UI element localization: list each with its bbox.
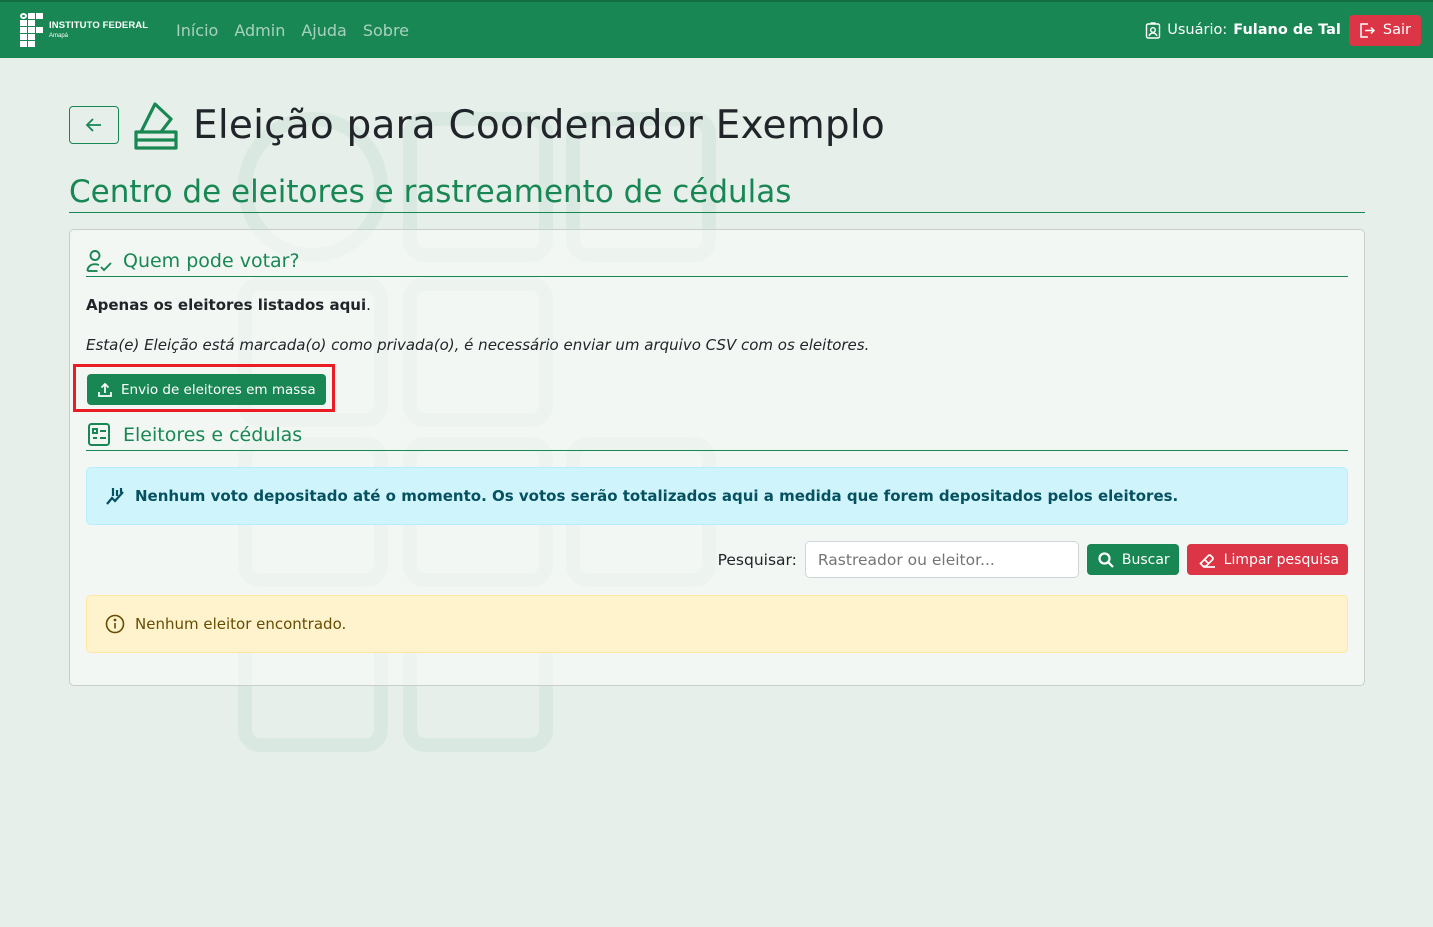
clear-search-label: Limpar pesquisa (1223, 551, 1339, 568)
nav-links: Início Admin Ajuda Sobre (176, 21, 409, 40)
eraser-icon (1198, 553, 1215, 568)
no-votes-alert: Nenhum voto depositado até o momento. Os… (86, 467, 1348, 525)
voters-section-heading: Quem pode votar? (86, 245, 1348, 277)
arrow-left-icon (85, 118, 101, 132)
upload-icon (98, 382, 112, 397)
bulk-upload-label: Envio de eleitores em massa (121, 381, 316, 398)
brand-subtitle: Amapá (49, 32, 69, 39)
list-check-icon (88, 423, 110, 446)
ballots-section-heading: Eleitores e cédulas (86, 419, 1348, 451)
page-subtitle: Centro de eleitores e rastreamento de cé… (69, 172, 1365, 213)
ballots-heading-text: Eleitores e cédulas (123, 423, 303, 446)
if-logo-icon (20, 13, 43, 47)
nav-admin[interactable]: Admin (234, 21, 285, 40)
chart-icon (106, 488, 124, 505)
person-check-icon (86, 249, 112, 272)
nav-sobre[interactable]: Sobre (363, 21, 409, 40)
search-label: Pesquisar: (717, 550, 797, 569)
clear-search-button[interactable]: Limpar pesquisa (1186, 544, 1348, 575)
voters-card: Quem pode votar? Apenas os eleitores lis… (69, 229, 1365, 686)
search-button[interactable]: Buscar (1086, 544, 1179, 575)
nav-inicio[interactable]: Início (176, 21, 218, 40)
voters-heading-text: Quem pode votar? (123, 249, 300, 272)
user-label: Usuário: (1167, 22, 1228, 38)
voters-eligibility: Apenas os eleitores listados aqui. (86, 296, 371, 314)
no-votes-text: Nenhum voto depositado até o momento. Os… (135, 487, 1179, 505)
logout-icon (1360, 22, 1375, 38)
no-voters-alert: Nenhum eleitor encontrado. (86, 595, 1348, 653)
info-circle-icon (105, 614, 125, 634)
nav-ajuda[interactable]: Ajuda (301, 21, 347, 40)
user-name: Fulano de Tal (1233, 22, 1341, 38)
search-button-label: Buscar (1121, 551, 1170, 568)
badge-icon (1146, 21, 1161, 39)
bulk-upload-button[interactable]: Envio de eleitores em massa (87, 374, 326, 405)
top-navbar: INSTITUTO FEDERAL Amapá Início Admin Aju… (0, 0, 1433, 58)
brand-logo[interactable]: INSTITUTO FEDERAL Amapá (20, 13, 154, 47)
page-title: Eleição para Coordenador Exemplo (193, 102, 885, 148)
search-input[interactable] (804, 541, 1079, 578)
ballot-box-icon (134, 102, 178, 150)
back-button[interactable] (69, 106, 119, 144)
private-election-note: Esta(e) Eleição está marcada(o) como pri… (86, 336, 870, 354)
brand-title: INSTITUTO FEDERAL (49, 20, 149, 32)
logout-label: Sair (1382, 22, 1411, 38)
logout-button[interactable]: Sair (1348, 14, 1421, 46)
no-voters-text: Nenhum eleitor encontrado. (135, 615, 347, 633)
user-info: Usuário: Fulano de Tal (1145, 21, 1341, 39)
search-icon (1098, 551, 1114, 568)
search-bar: Pesquisar: Buscar Limpar pesquisa (718, 541, 1348, 578)
page-header: Eleição para Coordenador Exemplo (69, 100, 885, 150)
